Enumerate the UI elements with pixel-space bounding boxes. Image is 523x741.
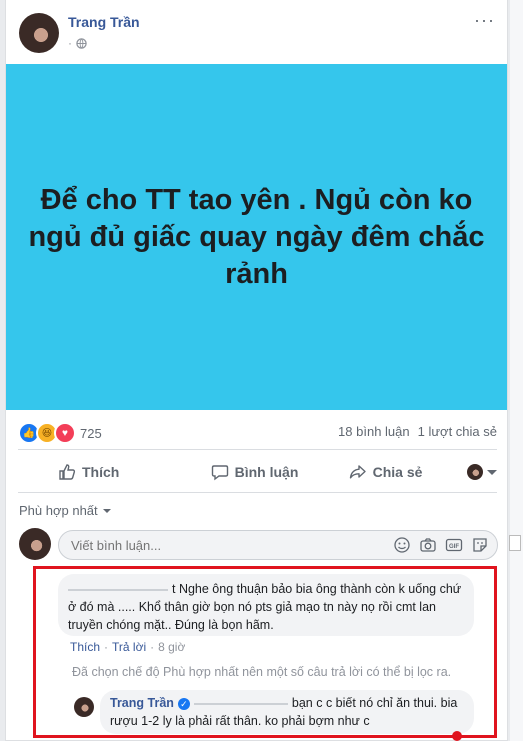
love-reaction-icon: ♥ — [54, 422, 76, 444]
like-button[interactable]: Thích — [18, 463, 189, 481]
scrollbar[interactable] — [509, 0, 523, 741]
comment-input[interactable] — [71, 538, 371, 553]
comment-label: Bình luận — [234, 464, 299, 480]
gif-icon[interactable]: GIF — [445, 536, 463, 554]
notification-dot — [452, 731, 462, 741]
emoji-icon[interactable] — [393, 536, 411, 554]
post-time[interactable]: · — [68, 36, 72, 50]
post-image[interactable]: Để cho TT tao yên . Ngủ còn ko ngủ đủ gi… — [6, 64, 507, 410]
user-avatar — [19, 528, 51, 560]
verified-icon: ✓ — [177, 697, 190, 710]
filter-note: Đã chọn chế độ Phù hợp nhất nên một số c… — [72, 665, 452, 679]
share-label: Chia sẻ — [372, 464, 423, 480]
camera-icon[interactable] — [419, 536, 437, 554]
post-card: Trang Trần · ··· Để cho TT tao yên . Ngủ… — [5, 0, 508, 741]
reply-avatar[interactable] — [74, 697, 94, 717]
action-bar: Thích Bình luận Chia sẻ — [18, 457, 497, 487]
share-button[interactable]: Chia sẻ — [320, 463, 451, 481]
like-label: Thích — [82, 464, 120, 480]
post-meta: · — [68, 36, 87, 50]
comment-reply-link[interactable]: Trả lời — [112, 640, 146, 654]
svg-text:GIF: GIF — [449, 544, 459, 550]
comment-icon — [211, 465, 228, 481]
comment-actions: Thích · Trả lời · 8 giờ — [70, 640, 186, 654]
reactions-summary[interactable]: 👍 😆 ♥ 725 — [18, 422, 102, 444]
redacted-name — [193, 702, 288, 705]
comment-like-link[interactable]: Thích — [70, 640, 100, 654]
comment-bubble: t Nghe ông thuận bảo bia ông thành còn k… — [58, 574, 474, 636]
comment-composer[interactable]: GIF — [58, 530, 498, 560]
divider — [18, 492, 497, 493]
sort-label: Phù hợp nhất — [19, 503, 98, 518]
chevron-down-icon — [102, 508, 111, 513]
divider — [18, 449, 497, 450]
reaction-count: 725 — [80, 425, 102, 441]
comment-sort-dropdown[interactable]: Phù hợp nhất — [19, 503, 111, 518]
more-options-icon[interactable]: ··· — [474, 10, 495, 31]
comment-button[interactable]: Bình luận — [189, 463, 320, 481]
globe-icon — [76, 37, 87, 49]
reply-bubble: Trang Trần ✓ bạn c c biết nó chỉ ăn thui. … — [100, 690, 474, 734]
sticker-icon[interactable] — [471, 536, 489, 554]
thumbs-up-icon — [59, 464, 76, 480]
comment-time[interactable]: 8 giờ — [158, 640, 185, 654]
audience-selector[interactable] — [451, 464, 497, 480]
share-icon — [349, 465, 366, 479]
mini-avatar — [467, 464, 483, 480]
chevron-down-icon — [487, 469, 497, 475]
author-name[interactable]: Trang Trần — [68, 14, 140, 30]
author-avatar[interactable] — [19, 13, 59, 53]
scrollbar-thumb[interactable] — [509, 535, 521, 551]
comment-count[interactable]: 18 bình luận — [338, 424, 410, 439]
redacted-name — [68, 588, 168, 591]
post-stats: 👍 😆 ♥ 725 18 bình luận 1 lượt chia sẻ — [18, 420, 497, 444]
reply-author[interactable]: Trang Trần — [110, 696, 174, 710]
share-count[interactable]: 1 lượt chia sẻ — [418, 424, 497, 439]
post-image-text: Để cho TT tao yên . Ngủ còn ko ngủ đủ gi… — [28, 183, 485, 290]
